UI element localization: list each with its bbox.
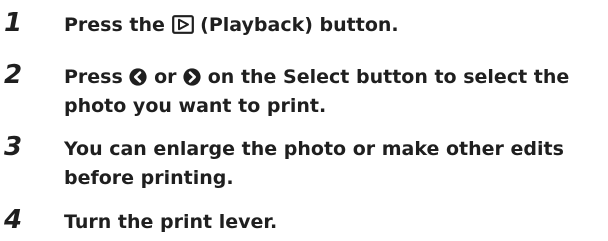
step-text-line-2: photo you want to print. xyxy=(64,95,327,117)
step-number: 4 xyxy=(4,205,23,235)
playback-icon xyxy=(171,15,194,34)
step-text-line-1: Turn the print lever. xyxy=(64,211,278,233)
right-arrow-icon xyxy=(183,68,201,86)
step-text-line-1: Press or on the Select button to select … xyxy=(64,66,570,88)
step-text: Press or on the Select button to select … xyxy=(64,63,604,121)
step-text: Press the (Playback) button. xyxy=(64,14,399,36)
instruction-steps: 1 Press the (Playback) button. 2 Press o… xyxy=(0,0,608,241)
step-text: You can enlarge the photo or make other … xyxy=(64,135,604,193)
step-number: 3 xyxy=(4,132,23,162)
step-text: Turn the print lever. xyxy=(64,208,604,237)
left-arrow-icon xyxy=(129,68,148,86)
step-number: 1 xyxy=(4,8,23,38)
step-text-line-1: You can enlarge the photo or make other … xyxy=(64,138,564,160)
step-number: 2 xyxy=(4,60,23,90)
step-text-line-2: before printing. xyxy=(64,167,234,189)
